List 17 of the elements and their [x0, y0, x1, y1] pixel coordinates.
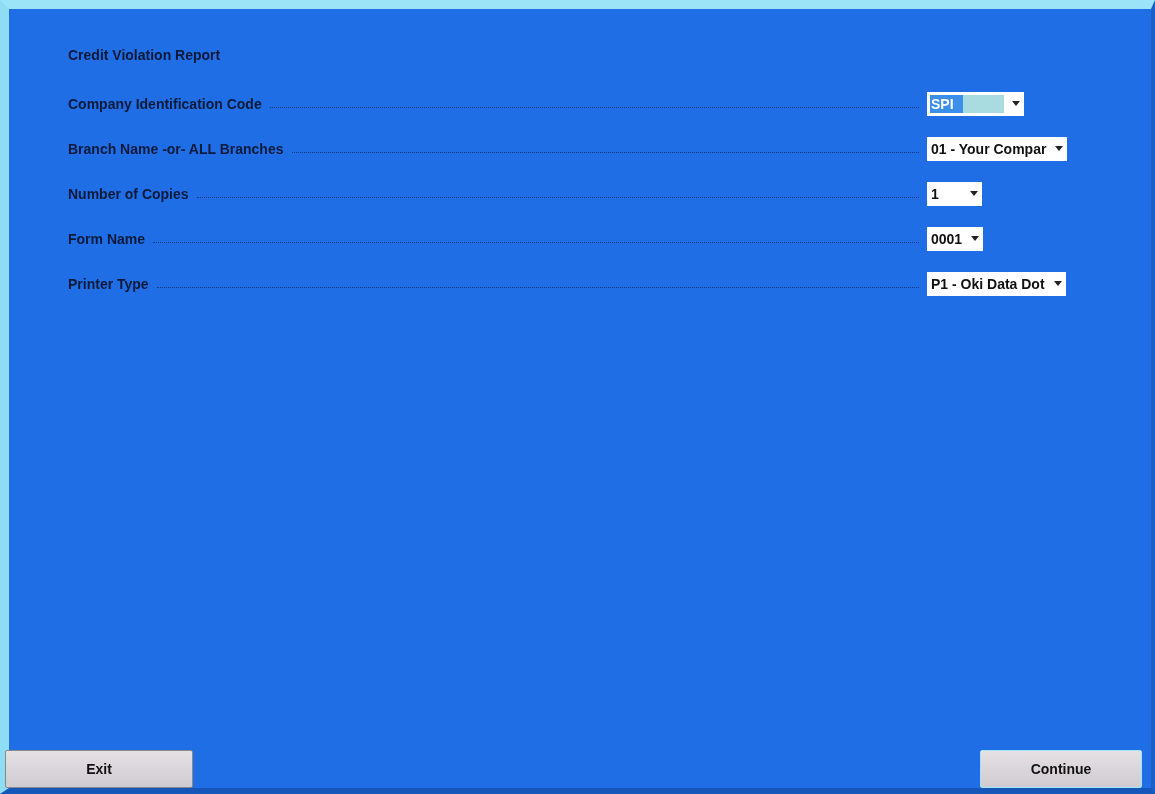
field-label: Company Identification Code — [68, 95, 262, 112]
report-title: Credit Violation Report — [68, 47, 222, 65]
dropdown-field[interactable]: 0001 — [927, 226, 984, 251]
field-label: Printer Type — [68, 275, 149, 292]
dropdown-arrow-icon — [1012, 101, 1020, 106]
dropdown-field[interactable]: 01 - Your Compar — [927, 136, 1068, 161]
field-label: Branch Name -or- ALL Branches — [68, 140, 284, 157]
dropdown-field[interactable]: P1 - Oki Data Dot — [927, 271, 1066, 296]
dropdown-arrow-icon — [1055, 146, 1064, 151]
exit-button[interactable]: Exit — [5, 750, 193, 788]
dropdown-field[interactable]: 1 — [927, 181, 982, 206]
dropdown-arrow-icon — [971, 236, 980, 241]
field-label: Number of Copies — [68, 185, 189, 202]
dropdown-arrow-icon — [970, 191, 978, 196]
field-label: Form Name — [68, 230, 146, 247]
dropdown-arrow-icon — [1053, 281, 1062, 286]
continue-button[interactable]: Continue — [980, 750, 1142, 788]
